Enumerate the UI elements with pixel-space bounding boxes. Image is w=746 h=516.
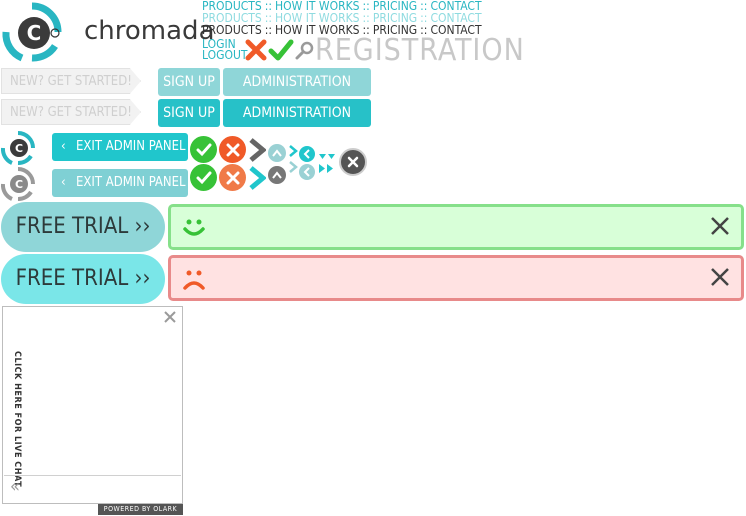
small-chevron-right-icon[interactable] [288,142,298,157]
svg-text:C: C [27,21,42,45]
chat-tab[interactable]: CLICK HERE FOR LIVE CHAT [8,351,24,487]
sign-up-button[interactable]: SIGN UP [158,68,220,96]
logo-ring-icon: C [2,2,62,62]
exit-admin-button[interactable]: ‹ EXIT ADMIN PANEL [52,133,188,161]
nav-products[interactable]: PRODUCTS [202,23,262,37]
admin-panel-button[interactable]: ADMINISTRATION PANEL [223,68,371,118]
free-trial-button[interactable]: FREE TRIAL ›› [1,202,165,252]
chat-divider [4,475,181,476]
chevron-up-circle-icon[interactable] [268,166,286,184]
chevron-right-icon[interactable] [248,138,267,162]
check-circle-icon[interactable] [190,136,217,163]
chromada-logo[interactable]: C [0,0,64,64]
chevron-double-left-icon[interactable]: « [10,477,20,497]
chevron-left-circle-icon[interactable] [299,164,315,180]
smile-icon [181,215,207,241]
close-icon[interactable] [709,266,731,293]
svg-text:C: C [15,142,23,155]
search-icon[interactable] [295,40,315,60]
exit-admin-button[interactable]: ‹ EXIT ADMIN PANEL [52,169,188,197]
get-started-button[interactable]: NEW? GET STARTED! ›› [1,99,141,125]
triangle-right-icon[interactable] [318,160,336,173]
error-notification [168,255,744,301]
orange-x-icon [244,38,268,62]
check-circle-icon[interactable] [190,164,217,191]
sign-up-button[interactable]: SIGN UP [158,99,220,127]
live-chat-widget[interactable]: CLICK HERE FOR LIVE CHAT « [2,306,183,504]
success-notification [168,204,744,250]
close-circle-icon[interactable] [339,148,367,176]
chevron-left-icon: ‹ [61,175,66,190]
chevron-right-icon[interactable] [248,166,267,190]
powered-by-badge[interactable]: POWERED BY OLARK [98,504,183,515]
small-logo-icon: C [0,130,36,166]
chevron-up-circle-icon[interactable] [268,144,286,162]
x-circle-icon[interactable] [219,164,246,191]
chevron-left-circle-icon[interactable] [299,146,315,162]
x-circle-icon[interactable] [219,136,246,163]
small-logo-gray-icon: C [0,166,36,202]
small-chevron-right-icon[interactable] [288,158,298,173]
admin-panel-button[interactable]: ADMINISTRATION PANEL [223,99,371,149]
get-started-button[interactable]: NEW? GET STARTED! ›› [1,68,141,94]
chevron-left-icon: ‹ [61,139,66,154]
logout-link[interactable]: LOGOUT [202,49,247,61]
green-check-icon [268,38,294,62]
brand-wordmark: chromada [84,16,215,46]
free-trial-button[interactable]: FREE TRIAL ›› [1,254,165,304]
registration-heading[interactable]: REGISTRATION [315,36,525,66]
close-icon[interactable] [162,309,178,325]
svg-text:C: C [15,178,23,191]
chat-vertical-label: CLICK HERE FOR LIVE CHAT [12,351,22,488]
frown-icon [181,266,207,292]
close-icon[interactable] [709,215,731,242]
